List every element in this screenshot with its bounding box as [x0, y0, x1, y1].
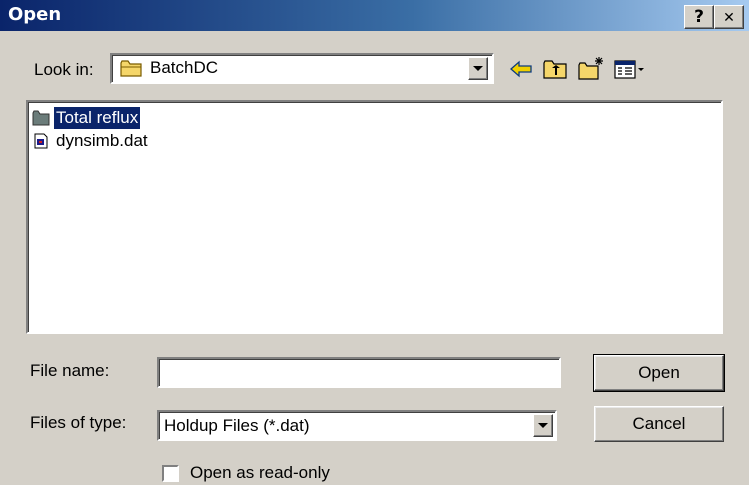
- close-button[interactable]: ✕: [714, 5, 744, 29]
- file-name-field[interactable]: [157, 357, 561, 388]
- cancel-button[interactable]: Cancel: [594, 406, 724, 442]
- new-folder-icon: [578, 57, 603, 80]
- back-button[interactable]: [507, 56, 537, 82]
- files-of-type-value: Holdup Files (*.dat): [164, 416, 310, 435]
- files-of-type-label: Files of type:: [30, 413, 127, 432]
- file-list[interactable]: Total reflux dynsimb.dat: [26, 100, 723, 334]
- help-icon: ?: [694, 7, 704, 27]
- files-of-type-dropdown-button[interactable]: [533, 414, 553, 437]
- title-bar[interactable]: Open ? ✕: [0, 0, 749, 31]
- read-only-label[interactable]: Open as read-only: [190, 463, 330, 483]
- file-name-label: File name:: [30, 361, 110, 380]
- file-name: Total reflux: [54, 107, 141, 129]
- window-title: Open: [8, 4, 62, 25]
- close-icon: ✕: [723, 10, 735, 26]
- chevron-down-icon: [538, 423, 548, 428]
- back-arrow-icon: [510, 60, 532, 78]
- view-menu-icon: [614, 60, 644, 79]
- new-folder-button[interactable]: [576, 56, 606, 82]
- look-in-label: Look in:: [34, 60, 94, 79]
- look-in-dropdown-button[interactable]: [468, 57, 488, 80]
- folder-icon: [120, 60, 142, 77]
- view-menu-button[interactable]: [612, 56, 648, 82]
- look-in-value: BatchDC: [150, 58, 219, 77]
- folder-icon: [32, 110, 50, 126]
- file-name: dynsimb.dat: [56, 131, 148, 150]
- read-only-checkbox[interactable]: [162, 465, 179, 482]
- chevron-down-icon: [473, 66, 483, 71]
- look-in-dropdown[interactable]: BatchDC: [110, 53, 494, 84]
- help-button[interactable]: ?: [684, 5, 714, 29]
- files-of-type-dropdown[interactable]: Holdup Files (*.dat): [157, 410, 557, 441]
- file-icon: [34, 133, 48, 149]
- up-folder-icon: [543, 60, 567, 79]
- up-one-level-button[interactable]: [541, 56, 571, 82]
- open-button[interactable]: Open: [593, 354, 725, 392]
- open-dialog: Open ? ✕ Look in: BatchDC Total reflux d…: [0, 0, 749, 485]
